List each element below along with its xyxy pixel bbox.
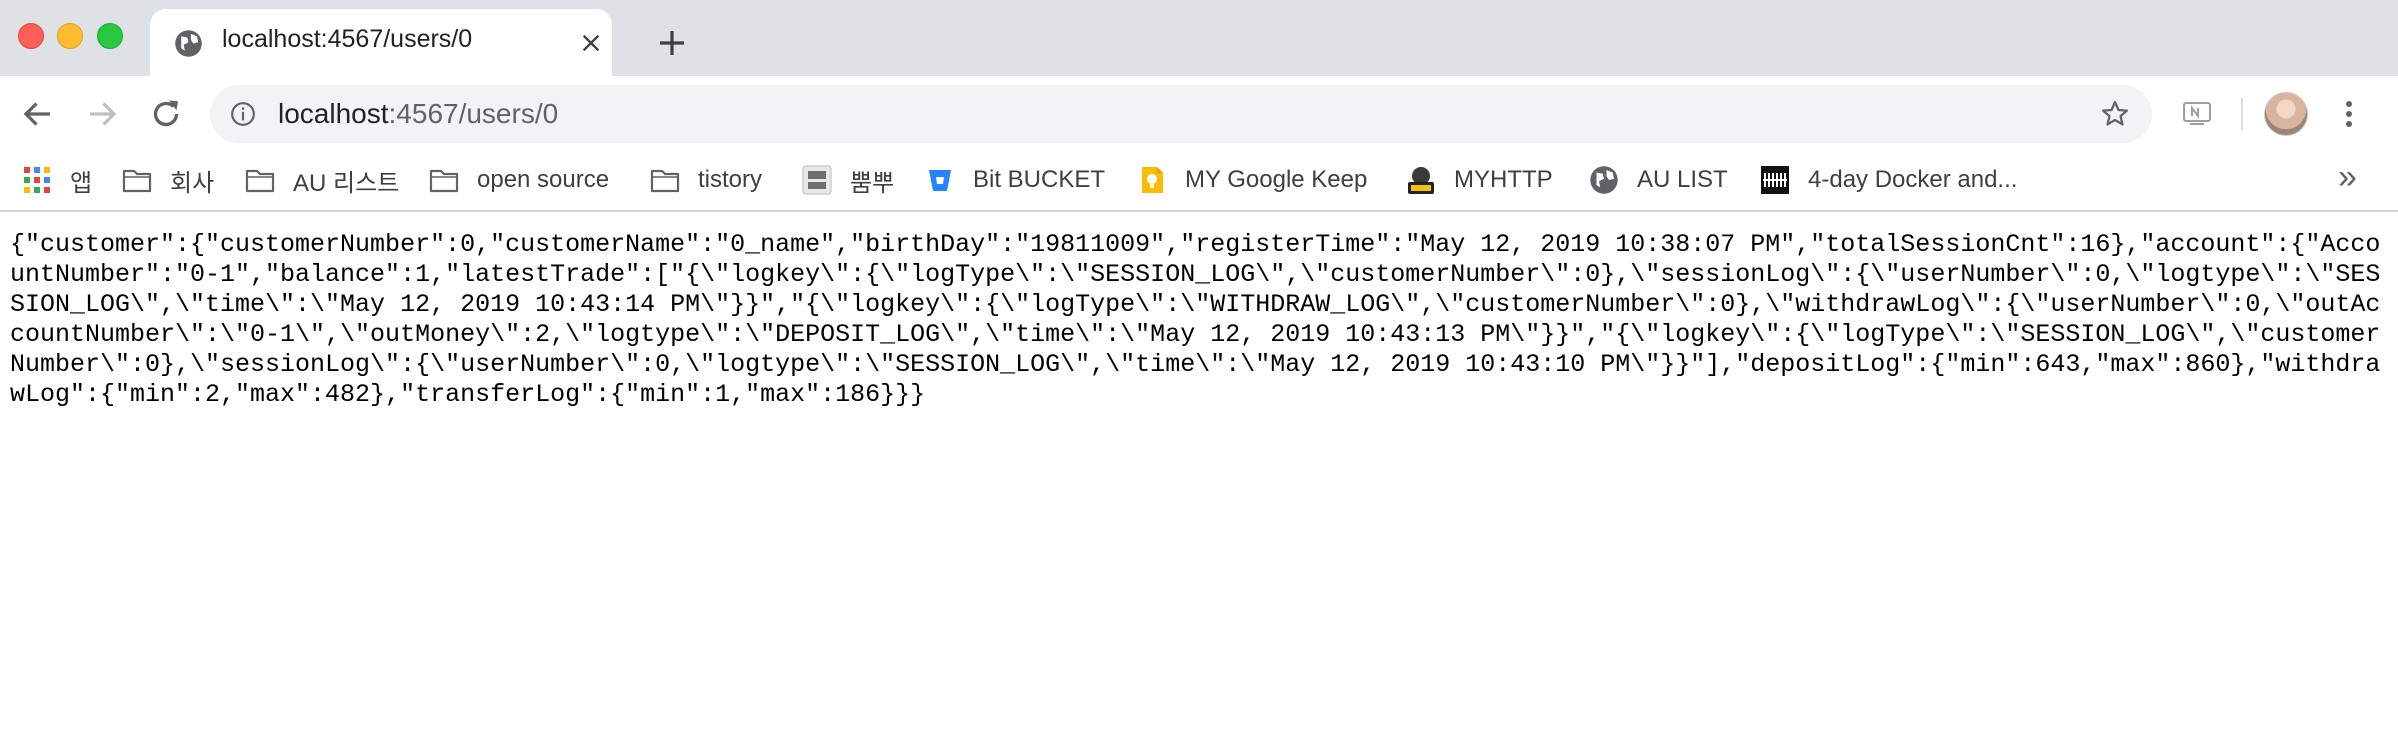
bookmark-myhttp[interactable]: MYHTTP (1406, 152, 1553, 208)
globe-icon (1590, 166, 1618, 194)
menu-icon[interactable] (2337, 96, 2361, 132)
url-path: :4567/users/0 (388, 98, 559, 129)
folder-icon (429, 169, 459, 193)
bookmark-folder-au-list[interactable]: AU 리스트 (245, 152, 399, 208)
bookmark-label: AU 리스트 (293, 169, 400, 197)
hfs-icon (1408, 167, 1434, 194)
url-text[interactable]: localhost:4567/users/0 (278, 98, 558, 130)
bookmark-docker-course[interactable]: 4-day Docker and... (1760, 152, 2017, 208)
bookmark-label: 4-day Docker and... (1808, 166, 2018, 193)
bookmark-label: MYHTTP (1454, 166, 1553, 193)
tab-title: localhost:4567/users/0 (222, 25, 473, 53)
bookmark-folder-tistory[interactable]: tistory (650, 152, 762, 208)
bookmark-label: Bit BUCKET (973, 166, 1106, 193)
bookmark-folder-open-source[interactable]: open source (429, 152, 609, 208)
bitbucket-icon (929, 170, 951, 191)
address-bar[interactable]: localhost:4567/users/0 (210, 85, 2152, 143)
url-host: localhost (278, 98, 389, 129)
reload-icon[interactable] (148, 96, 184, 132)
bookmark-label: 앱 (70, 169, 93, 197)
window-close-button[interactable] (18, 23, 44, 49)
info-icon[interactable] (230, 101, 256, 127)
keep-icon (1142, 167, 1163, 193)
globe-icon (175, 30, 202, 57)
browser-toolbar: localhost:4567/users/0 (0, 76, 2398, 152)
ppomppu-icon (802, 165, 832, 195)
active-tab[interactable]: localhost:4567/users/0 (150, 9, 612, 76)
new-tab-icon[interactable] (656, 27, 688, 59)
avatar[interactable] (2264, 92, 2308, 136)
docker-course-icon (1761, 166, 1789, 194)
folder-icon (122, 169, 152, 193)
bookmark-label: open source (477, 166, 610, 193)
folder-icon (650, 169, 680, 193)
window-maximize-button[interactable] (97, 23, 123, 49)
extension-icon[interactable] (2182, 100, 2212, 128)
bookmark-apps[interactable]: 앱 (22, 152, 92, 208)
bookmark-label: 뿜뿌 (850, 169, 895, 197)
bookmark-au-list[interactable]: AU LIST (1589, 152, 1728, 208)
bookmark-google-keep[interactable]: MY Google Keep (1137, 152, 1367, 208)
bookmark-label: AU LIST (1637, 166, 1728, 193)
json-response-body: {"customer":{"customerNumber":0,"custome… (10, 230, 2381, 409)
bookmark-label: MY Google Keep (1185, 166, 1368, 193)
toolbar-divider (2241, 98, 2243, 130)
bookmark-label: 회사 (170, 169, 215, 197)
bookmark-folder-company[interactable]: 회사 (122, 152, 214, 208)
back-arrow-icon[interactable] (20, 96, 56, 132)
window-minimize-button[interactable] (57, 23, 83, 49)
folder-icon (245, 169, 275, 193)
bookmarks-overflow-button[interactable]: » (2338, 158, 2357, 197)
close-icon[interactable] (580, 32, 602, 54)
apps-grid-icon (24, 167, 50, 193)
tab-strip: localhost:4567/users/0 (0, 0, 2398, 76)
bookmarks-bar: 앱 회사 AU 리스트 open source tistory 뿜뿌 Bit B… (0, 152, 2398, 212)
bookmark-ppomppu[interactable]: 뿜뿌 (802, 152, 894, 208)
forward-arrow-icon[interactable] (84, 96, 120, 132)
star-icon[interactable] (2100, 99, 2130, 129)
bookmark-bitbucket[interactable]: Bit BUCKET (925, 152, 1105, 208)
bookmark-label: tistory (698, 166, 763, 193)
